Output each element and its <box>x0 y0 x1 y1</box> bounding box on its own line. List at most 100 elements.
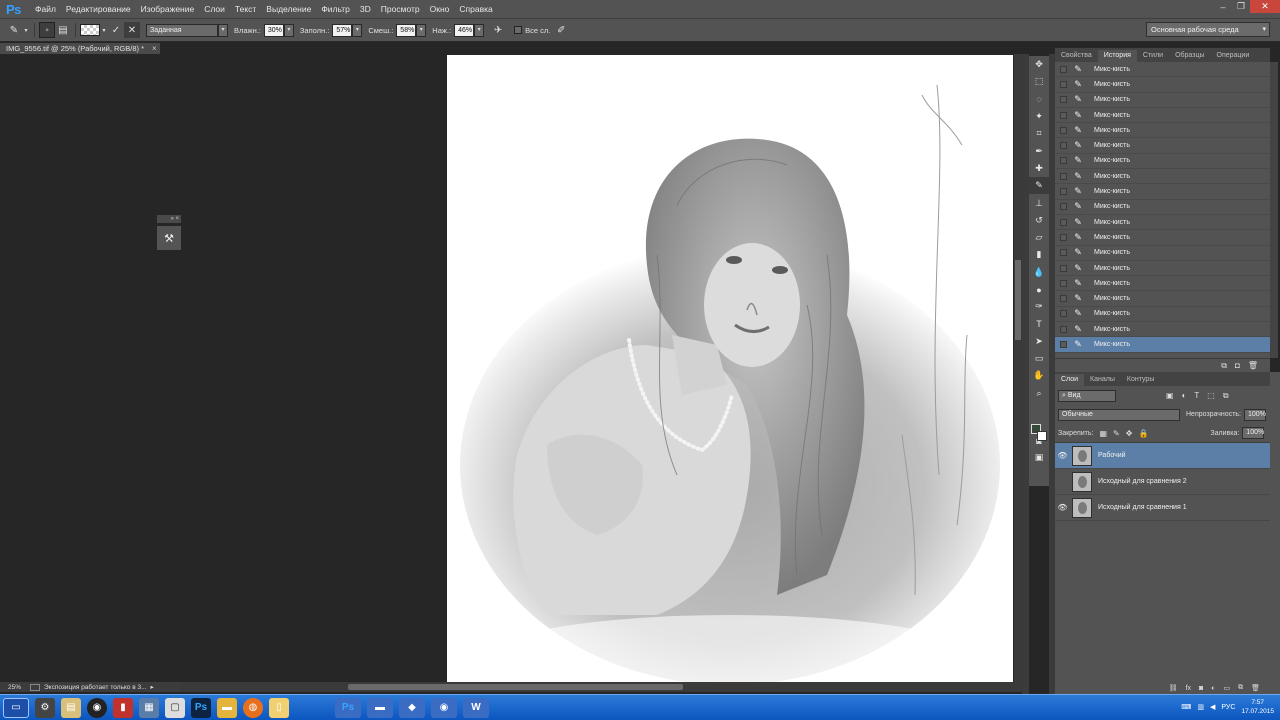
history-item[interactable]: ✎ Микс-кисть <box>1055 200 1270 215</box>
lasso-tool-icon[interactable]: ◌ <box>1029 91 1049 108</box>
file-icon[interactable]: ▯ <box>269 697 289 718</box>
load-brush-after-stroke-icon[interactable]: ✓ <box>108 22 124 38</box>
history-item[interactable]: ✎ Микс-кисть <box>1055 169 1270 185</box>
history-source-checkbox[interactable] <box>1060 310 1067 318</box>
history-item[interactable]: ✎ Микс-кисть <box>1055 291 1270 307</box>
mixer-brush-tool-icon[interactable]: ✎ <box>6 22 22 38</box>
delete-icon[interactable]: 🗑 <box>1248 361 1258 370</box>
layer-row[interactable]: Исходный для сравнения 2 <box>1055 469 1270 495</box>
wet-input[interactable]: 30% <box>263 23 284 37</box>
panel-tab[interactable]: Каналы <box>1084 374 1121 386</box>
history-item[interactable]: ✎ Микс-кисть <box>1055 62 1270 78</box>
panel-tab[interactable]: Операции <box>1211 50 1256 62</box>
menu-item[interactable]: 3D <box>355 4 376 14</box>
folder-window-button[interactable]: ▬ <box>367 697 393 718</box>
layer-row[interactable]: 👁 Исходный для сравнения 1 <box>1055 495 1270 521</box>
history-source-checkbox[interactable] <box>1060 80 1067 88</box>
document-tab[interactable]: IMG_9556.tif @ 25% (Рабочий, RGB/8) * <box>0 43 160 54</box>
history-item[interactable]: ✎ Микс-кисть <box>1055 215 1270 231</box>
history-source-checkbox[interactable] <box>1060 218 1067 226</box>
history-item[interactable]: ✎ Микс-кисть <box>1055 322 1270 338</box>
history-item[interactable]: ✎ Микс-кисть <box>1055 337 1270 353</box>
history-item[interactable]: ✎ Микс-кисть <box>1055 230 1270 246</box>
vertical-scrollbar-thumb[interactable] <box>1015 260 1021 340</box>
clock[interactable]: 7:57 17.07.2015 <box>1241 698 1274 716</box>
history-brush-tool-icon[interactable]: ↺ <box>1029 212 1049 229</box>
app-window-button[interactable]: ◆ <box>399 697 425 718</box>
layer-row[interactable]: 👁 Рабочий <box>1055 443 1270 469</box>
menu-item[interactable]: Редактирование <box>61 4 136 14</box>
history-scrollbar[interactable] <box>1270 62 1278 358</box>
history-source-checkbox[interactable] <box>1060 188 1067 196</box>
document-canvas[interactable] <box>447 55 1013 682</box>
opacity-input[interactable]: 100% <box>1244 408 1266 421</box>
wet-dropdown-icon[interactable]: ▾ <box>283 23 294 37</box>
lock-all-icon[interactable]: 🔒 <box>1138 429 1148 438</box>
hand-tool-icon[interactable]: ✋ <box>1029 367 1049 384</box>
show-desktop-icon[interactable]: ▭ <box>3 697 29 718</box>
zoom-tool-icon[interactable]: ⌕ <box>1029 385 1049 402</box>
menu-item[interactable]: Просмотр <box>376 4 425 14</box>
load-dropdown-icon[interactable]: ▾ <box>352 23 363 37</box>
pdf-icon[interactable]: ▮ <box>113 697 133 718</box>
word-window-button[interactable]: W <box>463 697 489 718</box>
folder-icon[interactable]: ▬ <box>217 697 237 718</box>
rectangle-tool-icon[interactable]: ▭ <box>1029 350 1049 367</box>
history-item[interactable]: ✎ Микс-кисть <box>1055 138 1270 154</box>
pen-tool-icon[interactable]: ✑ <box>1029 298 1049 315</box>
background-color-swatch[interactable] <box>1037 431 1047 441</box>
blend-mode-select[interactable]: Обычные <box>1058 408 1180 421</box>
history-source-checkbox[interactable] <box>1060 249 1067 257</box>
history-source-checkbox[interactable] <box>1060 157 1067 165</box>
pressure-size-icon[interactable]: ✐ <box>553 22 569 38</box>
panel-tab[interactable]: Стили <box>1137 50 1169 62</box>
menu-item[interactable]: Окно <box>425 4 455 14</box>
visibility-eye-icon[interactable]: 👁 <box>1055 503 1070 512</box>
close-icon[interactable]: × <box>152 43 157 54</box>
adjustment-icon[interactable]: ◐ <box>1211 685 1215 692</box>
workspace-select[interactable]: Основная рабочая среда <box>1146 22 1270 37</box>
menu-item[interactable]: Слои <box>199 4 230 14</box>
mix-input[interactable]: 58% <box>396 23 417 37</box>
explorer-icon[interactable]: ▤ <box>61 697 81 718</box>
photoshop-window-button[interactable]: Ps <box>335 697 361 718</box>
menu-item[interactable]: Фильтр <box>316 4 355 14</box>
panel-tab[interactable]: Слои <box>1055 374 1085 386</box>
mix-dropdown-icon[interactable]: ▾ <box>416 23 427 37</box>
history-item[interactable]: ✎ Микс-кисть <box>1055 307 1270 323</box>
minimize-icon[interactable]: – <box>1214 0 1232 13</box>
eraser-tool-icon[interactable]: ▱ <box>1029 229 1049 246</box>
history-item[interactable]: ✎ Микс-кисть <box>1055 123 1270 139</box>
tool-preset-dropdown-icon[interactable]: ▾ <box>22 22 30 38</box>
pixel-filter-icon[interactable]: ▣ <box>1166 391 1174 401</box>
history-source-checkbox[interactable] <box>1060 142 1067 150</box>
adjustment-filter-icon[interactable]: ◐ <box>1182 391 1187 401</box>
lock-paint-icon[interactable]: ✎ <box>1113 429 1120 438</box>
menu-item[interactable]: Справка <box>454 4 497 14</box>
history-item[interactable]: ✎ Микс-кисть <box>1055 108 1270 124</box>
gradient-tool-icon[interactable]: ▮ <box>1029 246 1049 263</box>
window-icon[interactable]: ▢ <box>165 697 185 718</box>
settings-icon[interactable]: ⚙ <box>35 697 55 718</box>
close-icon[interactable]: ✕ <box>1250 0 1280 13</box>
link-icon[interactable]: ⛓ <box>1169 684 1178 692</box>
floating-panel-header[interactable]: » × <box>157 215 181 223</box>
eyedropper-tool-icon[interactable]: ✒ <box>1029 142 1049 159</box>
load-input[interactable]: 57% <box>332 23 353 37</box>
airbrush-icon[interactable]: ✈ <box>490 22 506 38</box>
lock-move-icon[interactable]: ✥ <box>1126 429 1133 438</box>
smart-object-filter-icon[interactable]: ⧉ <box>1223 391 1229 401</box>
new-document-from-state-icon[interactable]: ⧉ <box>1221 361 1227 371</box>
history-item[interactable]: ✎ Микс-кисть <box>1055 184 1270 200</box>
zoom-level[interactable]: 25% <box>0 684 30 691</box>
clone-source-icon[interactable]: ⚒ <box>157 226 181 250</box>
volume-icon[interactable]: ◀ <box>1210 703 1215 711</box>
panel-tab[interactable]: Контуры <box>1121 374 1160 386</box>
brush-size-picker-icon[interactable]: ◦ <box>39 22 55 38</box>
blur-tool-icon[interactable]: 💧 <box>1029 264 1049 281</box>
all-layers-checkbox[interactable] <box>514 26 523 34</box>
screen-mode-icon[interactable]: ▣ <box>1029 449 1049 466</box>
path-selection-tool-icon[interactable]: ➤ <box>1029 333 1049 350</box>
crop-tool-icon[interactable]: ⌗ <box>1029 125 1049 142</box>
quick-selection-tool-icon[interactable]: ✦ <box>1029 108 1049 125</box>
